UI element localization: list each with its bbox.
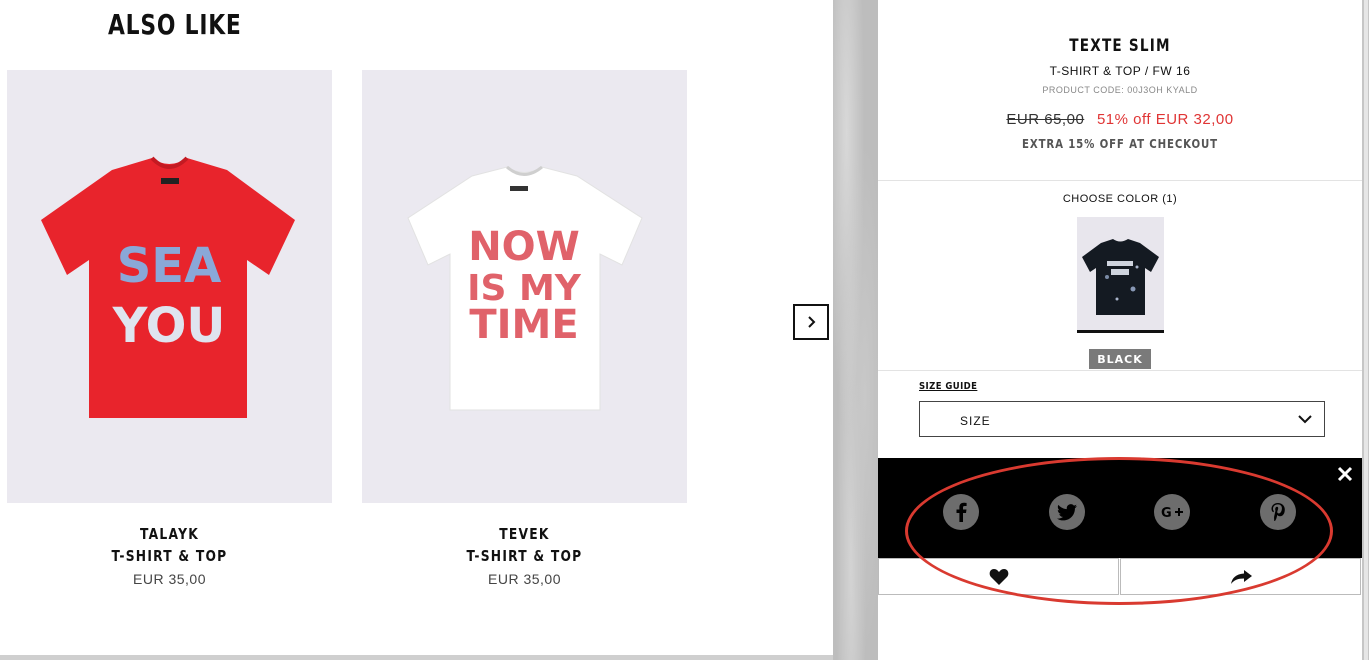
action-buttons — [878, 558, 1362, 595]
vertical-scrollbar[interactable] — [1364, 0, 1368, 660]
tshirt-black-thumbnail — [1082, 239, 1159, 315]
section-title: ALSO LIKE — [108, 8, 242, 41]
color-swatch-black[interactable] — [1077, 217, 1164, 333]
chevron-right-icon — [808, 316, 816, 328]
extra-discount-label: EXTRA 15% OFF AT CHECKOUT — [1022, 137, 1218, 151]
choose-color-label: CHOOSE COLOR (1) — [1062, 193, 1178, 205]
share-button[interactable] — [1120, 558, 1361, 595]
original-price: EUR 65,00 — [1006, 111, 1085, 128]
tshirt-red-graphic: SEA YOU — [41, 156, 295, 418]
product-name[interactable]: TALAYK — [36, 525, 303, 543]
google-plus-icon: G — [1161, 506, 1183, 520]
price-line: EUR 65,00 51% off EUR 32,00 — [878, 111, 1362, 128]
wishlist-button[interactable] — [878, 558, 1119, 595]
product-card-tevek[interactable]: NOW IS MY TIME TEVEK T-SHIRT & TOP EUR 3… — [362, 70, 687, 587]
size-select-value: SIZE — [960, 414, 991, 428]
print-line-1: SEA — [117, 238, 222, 294]
close-icon[interactable] — [1335, 464, 1355, 484]
marble-background — [833, 0, 878, 660]
twitter-icon — [1057, 503, 1077, 520]
product-code: PRODUCT CODE: 00J3OH KYALD — [1042, 85, 1198, 95]
pinterest-icon — [1271, 503, 1285, 521]
product-image[interactable]: NOW IS MY TIME — [362, 70, 687, 503]
product-price: EUR 35,00 — [488, 571, 561, 587]
product-title: TEXTE SLIM — [1069, 36, 1171, 56]
horizontal-scrollbar[interactable] — [0, 655, 833, 660]
product-detail-panel: TEXTE SLIM T-SHIRT & TOP / FW 16 PRODUCT… — [878, 0, 1362, 660]
heart-icon — [989, 569, 1008, 585]
size-select[interactable]: SIZE — [919, 401, 1325, 437]
sale-price: 51% off EUR 32,00 — [1096, 111, 1234, 128]
product-card-talayk[interactable]: SEA YOU TALAYK T-SHIRT & TOP EUR 35,00 — [7, 70, 332, 587]
divider — [878, 180, 1362, 181]
share-pinterest-button[interactable] — [1260, 494, 1296, 530]
carousel-next-button[interactable] — [793, 304, 829, 340]
selected-color-badge: BLACK — [1089, 349, 1151, 369]
print-line-1: NOW — [468, 224, 580, 270]
product-image[interactable]: SEA YOU — [7, 70, 332, 503]
product-category: T-SHIRT & TOP / FW 16 — [1049, 64, 1191, 78]
share-google-plus-button[interactable]: G — [1154, 494, 1190, 530]
share-facebook-button[interactable] — [943, 494, 979, 530]
print-line-3: TIME — [469, 302, 578, 348]
share-arrow-icon — [1230, 569, 1252, 584]
tshirt-white-graphic: NOW IS MY TIME — [407, 165, 643, 411]
product-price: EUR 35,00 — [133, 571, 206, 587]
product-name[interactable]: TEVEK — [391, 525, 658, 543]
product-type: T-SHIRT & TOP — [466, 547, 583, 565]
product-type: T-SHIRT & TOP — [111, 547, 228, 565]
size-guide-link[interactable]: SIZE GUIDE — [919, 381, 977, 392]
share-twitter-button[interactable] — [1049, 494, 1085, 530]
svg-text:G: G — [1161, 506, 1172, 520]
print-line-2: YOU — [112, 298, 226, 354]
recommendations-panel: ALSO LIKE SEA YOU TALAYK T-SHIRT & TOP E… — [0, 0, 833, 660]
facebook-icon — [956, 502, 967, 522]
divider — [878, 370, 1362, 371]
chevron-down-icon — [1298, 415, 1312, 424]
